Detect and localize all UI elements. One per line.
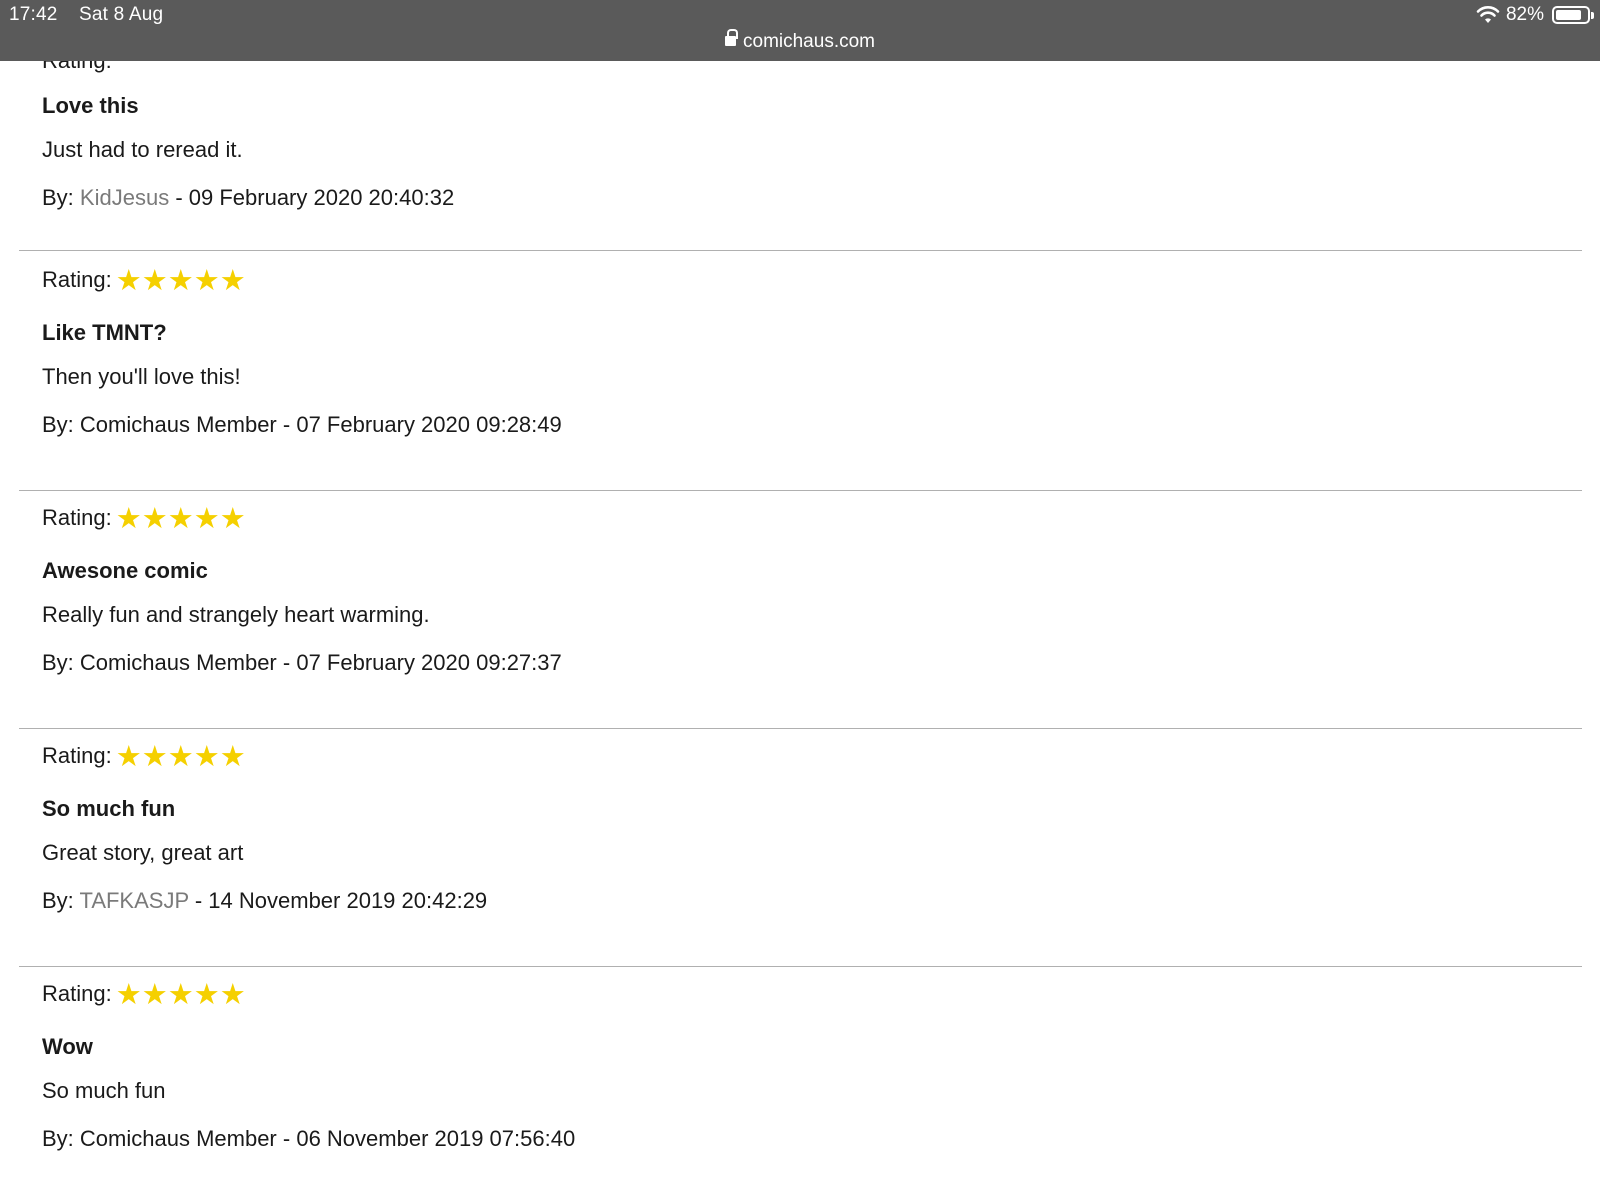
by-label: By: [42, 412, 74, 437]
review-item: Rating: ★★★★★ Awesone comic Really fun a… [19, 492, 1582, 729]
review-title: Love this [42, 93, 139, 118]
review-byline: By: Comichaus Member - 06 November 2019 … [42, 1126, 1582, 1152]
review-date: 07 February 2020 09:27:37 [296, 650, 562, 675]
rating-label: Rating: [42, 267, 112, 292]
review-item: Rating: ★★★★★ Like TMNT? Then you'll lov… [19, 254, 1582, 491]
review-byline: By: Comichaus Member - 07 February 2020 … [42, 650, 1582, 676]
review-body: Then you'll love this! [42, 364, 241, 389]
status-time: 17:42 [9, 4, 58, 25]
review-byline: By: KidJesus - 09 February 2020 20:40:32 [42, 185, 1582, 211]
byline-separator: - [169, 185, 189, 210]
review-author: Comichaus Member [79, 412, 277, 437]
review-item: Love this Just had to reread it. By: Kid… [19, 61, 1582, 251]
review-author-link[interactable]: TAFKASJP [80, 888, 189, 913]
by-label: By: [42, 185, 74, 210]
review-date: 07 February 2020 09:28:49 [296, 412, 562, 437]
review-author: Comichaus Member [79, 650, 277, 675]
review-title: Wow [42, 1034, 93, 1059]
review-item: Rating: ★★★★★ So much fun Great story, g… [19, 730, 1582, 967]
review-date: 09 February 2020 20:40:32 [188, 185, 455, 210]
review-author-link[interactable]: KidJesus [80, 185, 169, 210]
by-label: By: [42, 1126, 74, 1151]
star-rating-icon: ★★★★★ [115, 978, 246, 1011]
rating-label: Rating: [42, 981, 112, 1006]
review-rating: Rating: ★★★★★ [42, 498, 1582, 538]
star-rating-icon: ★★★★★ [115, 502, 246, 535]
review-title: Like TMNT? [42, 320, 167, 345]
review-item: Rating: ★★★★★ Wow So much fun By: Comich… [19, 968, 1582, 1200]
review-body: Great story, great art [42, 840, 244, 865]
rating-label: Rating: [42, 505, 112, 530]
review-body: Just had to reread it. [42, 137, 243, 162]
byline-separator: - [276, 650, 297, 675]
reviews-list[interactable]: Rating: Love this Just had to reread it.… [0, 61, 1600, 1200]
review-rating: Rating: ★★★★★ [42, 974, 1582, 1014]
review-date: 06 November 2019 07:56:40 [296, 1126, 576, 1151]
review-author: Comichaus Member [79, 1126, 277, 1151]
battery-percent: 82% [1505, 4, 1544, 25]
url-text: comichaus.com [743, 31, 875, 52]
battery-icon [1552, 6, 1594, 24]
byline-separator: - [276, 412, 297, 437]
byline-separator: - [276, 1126, 297, 1151]
lock-icon [725, 29, 738, 48]
star-rating-icon: ★★★★★ [115, 740, 246, 773]
by-label: By: [42, 888, 74, 913]
rating-label: Rating: [42, 743, 112, 768]
review-body: Really fun and strangely heart warming. [42, 602, 430, 627]
review-rating: Rating: ★★★★★ [42, 736, 1582, 776]
star-rating-icon: ★★★★★ [115, 264, 246, 297]
review-title: Awesone comic [42, 558, 208, 583]
address-bar[interactable]: comichaus.com [0, 29, 1600, 53]
byline-separator: - [188, 888, 209, 913]
status-indicators: 82% [1476, 4, 1594, 26]
review-rating: Rating: ★★★★★ [42, 260, 1582, 300]
status-clock: 17:42 Sat 8 Aug [9, 4, 163, 26]
battery-level [1556, 10, 1581, 20]
status-date: Sat 8 Aug [79, 4, 164, 25]
review-byline: By: Comichaus Member - 07 February 2020 … [42, 412, 1582, 438]
wifi-icon [1476, 6, 1500, 23]
review-body: So much fun [42, 1078, 166, 1103]
by-label: By: [42, 650, 74, 675]
browser-status-bar: 17:42 Sat 8 Aug 82% comichaus.com [0, 0, 1600, 61]
review-byline: By: TAFKASJP - 14 November 2019 20:42:29 [42, 888, 1582, 914]
review-title: So much fun [42, 796, 176, 821]
review-date: 14 November 2019 20:42:29 [208, 888, 488, 913]
